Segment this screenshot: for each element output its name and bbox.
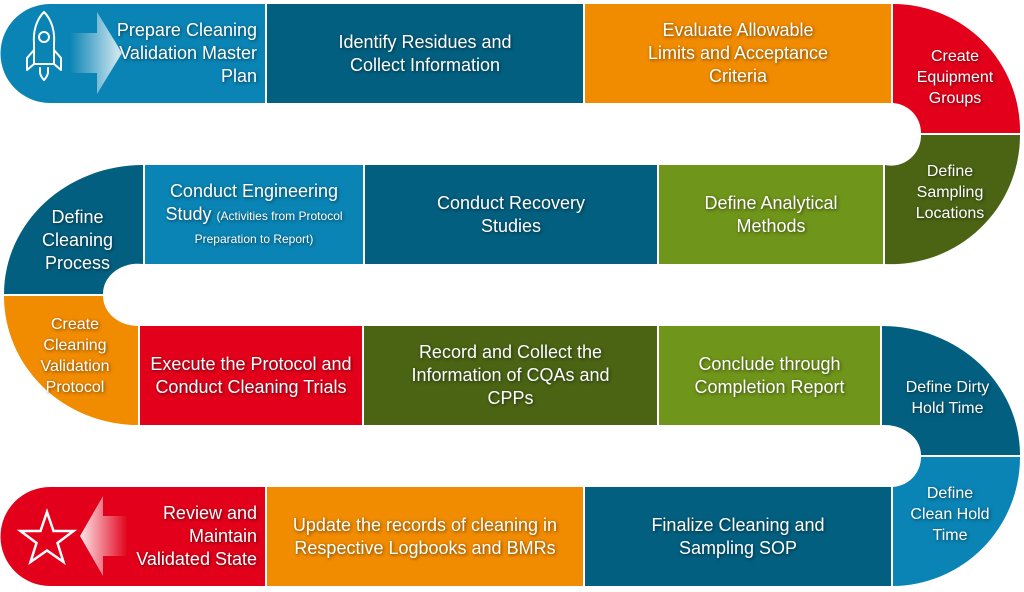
step-11-text: Execute the Protocol and Conduct Cleanin… bbox=[150, 353, 352, 397]
step-18-label: Review and Maintain Validated State bbox=[110, 487, 263, 586]
step-4-text: Create Equipment Groups bbox=[916, 48, 994, 107]
step-18-text: Review and Maintain Validated State bbox=[136, 503, 257, 569]
step-3-text: Evaluate Allowable Limits and Acceptance… bbox=[647, 20, 829, 86]
step-8-note: (Activities from Protocol Preparation to… bbox=[194, 209, 343, 246]
step-16-label: Finalize Cleaning and Sampling SOP bbox=[585, 487, 891, 586]
step-15-text: Define Clean Hold Time bbox=[910, 485, 990, 544]
step-9-label: Define Cleaning Process bbox=[20, 180, 135, 300]
step-13-label: Conclude through Completion Report bbox=[659, 326, 880, 425]
step-16-text: Finalize Cleaning and Sampling SOP bbox=[651, 514, 825, 558]
step-8-text: Conduct Engineering Study (Activities fr… bbox=[151, 180, 357, 249]
step-17-text: Update the records of cleaning in Respec… bbox=[292, 514, 558, 558]
step-9-text: Define Cleaning Process bbox=[41, 206, 114, 273]
step-14-label: Define Dirty Hold Time bbox=[890, 340, 1005, 455]
step-11-label: Execute the Protocol and Conduct Cleanin… bbox=[140, 326, 362, 425]
step-10-label: Create Cleaning Validation Protocol bbox=[15, 296, 135, 416]
step-5-text: Define Sampling Locations bbox=[915, 163, 985, 222]
step-4-label: Create Equipment Groups bbox=[905, 20, 1005, 135]
step-1-label: Prepare Cleaning Validation Master Plan bbox=[100, 4, 263, 103]
step-13-text: Conclude through Completion Report bbox=[694, 353, 845, 397]
step-6-text: Define Analytical Methods bbox=[704, 192, 838, 236]
step-3-label: Evaluate Allowable Limits and Acceptance… bbox=[620, 4, 856, 103]
step-7-label: Conduct Recovery Studies bbox=[365, 165, 657, 264]
step-10-text: Create Cleaning Validation Protocol bbox=[40, 316, 110, 396]
step-8-label: Conduct Engineering Study (Activities fr… bbox=[145, 165, 363, 264]
step-2-label: Identify Residues and Collect Informatio… bbox=[285, 4, 565, 103]
step-5-label: Define Sampling Locations bbox=[895, 135, 1005, 250]
step-1-text: Prepare Cleaning Validation Master Plan bbox=[116, 20, 257, 86]
step-12-label: Record and Collect the Information of CQ… bbox=[364, 326, 657, 425]
step-7-text: Conduct Recovery Studies bbox=[436, 192, 586, 236]
step-17-label: Update the records of cleaning in Respec… bbox=[267, 487, 583, 586]
step-12-text: Record and Collect the Information of CQ… bbox=[411, 342, 610, 408]
step-6-label: Define Analytical Methods bbox=[659, 165, 883, 264]
step-14-text: Define Dirty Hold Time bbox=[905, 378, 990, 417]
step-15-label: Define Clean Hold Time bbox=[895, 457, 1005, 572]
step-2-text: Identify Residues and Collect Informatio… bbox=[338, 31, 512, 75]
